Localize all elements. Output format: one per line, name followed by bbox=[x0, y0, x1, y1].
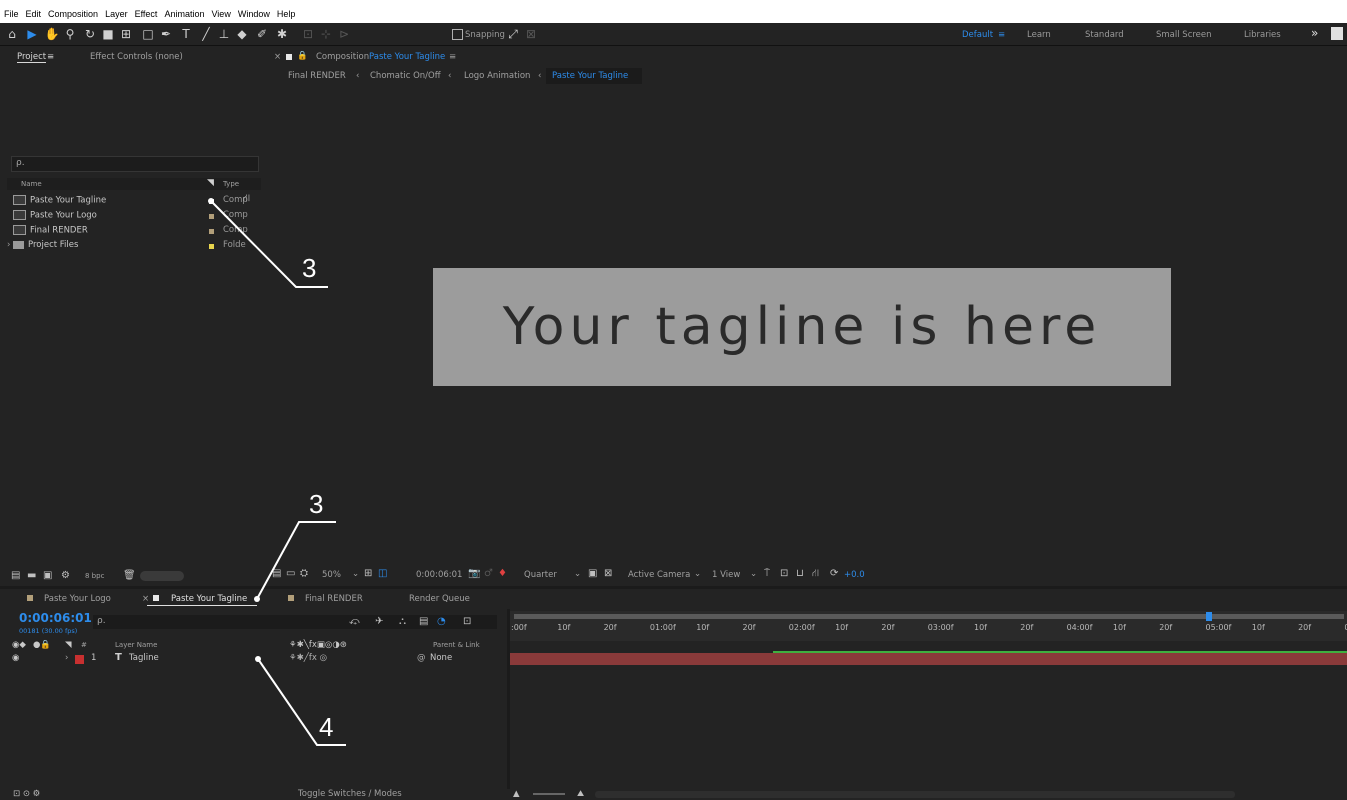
callout-number: 4 bbox=[319, 712, 334, 742]
annotation-overlay bbox=[208, 198, 346, 746]
callout-number: 3 bbox=[302, 253, 317, 283]
callout-line bbox=[256, 521, 336, 600]
callout-number: 3 bbox=[309, 489, 324, 519]
